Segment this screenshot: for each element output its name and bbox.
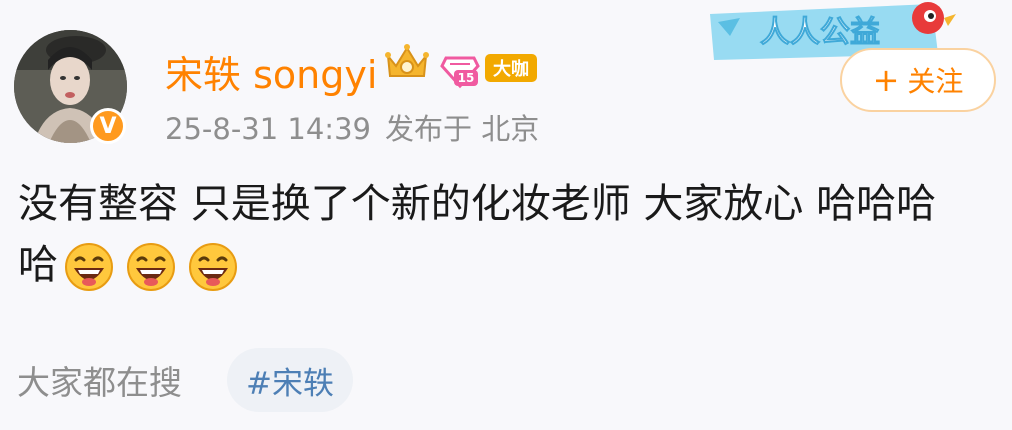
- post-location: 发布于 北京: [384, 112, 540, 146]
- verified-badge: V: [90, 108, 126, 144]
- vip-level-text: 15: [458, 71, 475, 85]
- post-content: 没有整容 只是换了个新的化妆老师 大家放心 哈哈哈哈: [18, 174, 968, 296]
- plus-icon: +: [872, 61, 900, 99]
- post-meta: 25-8-31 14:39 发布于 北京: [165, 106, 539, 148]
- vip-level-badge: 15: [440, 50, 480, 94]
- trending-search-label: 大家都在搜: [17, 363, 182, 402]
- follow-button[interactable]: + 关注: [840, 48, 996, 112]
- crown-icon: [384, 42, 430, 86]
- follow-label: 关注: [907, 65, 964, 98]
- big-shot-badge: 大咖: [485, 54, 537, 82]
- diamond-icon: 15: [440, 56, 480, 89]
- username[interactable]: 宋轶 songyi: [165, 44, 377, 99]
- laughing-emoji-icon: [126, 242, 176, 292]
- trending-tag-chip[interactable]: #宋轶: [227, 348, 353, 412]
- verified-mark: V: [99, 113, 117, 139]
- emoji-row: [64, 242, 238, 292]
- banner-text: 人人公益: [760, 15, 880, 50]
- laughing-emoji-icon: [64, 242, 114, 292]
- laughing-emoji-icon: [188, 242, 238, 292]
- post-timestamp: 25-8-31 14:39: [165, 112, 371, 146]
